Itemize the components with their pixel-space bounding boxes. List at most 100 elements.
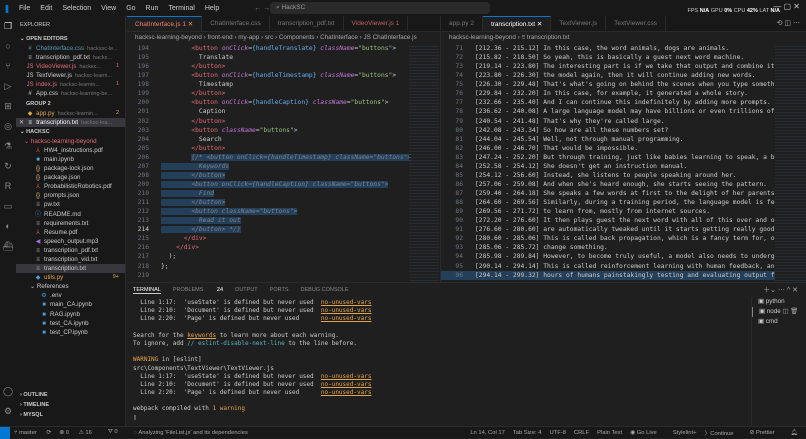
go-live-button[interactable]: ◉ Go Live xyxy=(630,430,665,436)
mysql-section[interactable]: › MYSQL xyxy=(16,410,125,420)
r-icon[interactable]: R xyxy=(0,176,16,196)
account-icon[interactable]: ◯ xyxy=(0,381,16,401)
file-tree-item[interactable]: ⅄Resume.pdf xyxy=(16,228,125,237)
menu-view[interactable]: View xyxy=(96,5,121,12)
cursor-position[interactable]: Ln 14, Col 17 xyxy=(470,430,504,436)
terminal-output[interactable]: Line 1:17: 'useState' is defined but nev… xyxy=(127,297,806,422)
language-mode[interactable]: Plain Text xyxy=(597,430,622,436)
editor-tab[interactable]: app.py 2 xyxy=(441,16,483,31)
tab-output[interactable]: OUTPUT xyxy=(235,287,258,293)
prettier-button[interactable]: ⊘ Prettier xyxy=(749,430,782,436)
notifications-bell-icon[interactable]: 🔔︎ xyxy=(791,430,798,436)
text-editor-transcription[interactable]: 71[212.36 - 215.12] In this case, the wo… xyxy=(441,44,775,280)
editor-tab[interactable]: TextViewer.js xyxy=(551,16,606,31)
outline-section[interactable]: › OUTLINE xyxy=(16,390,125,400)
open-editors-header[interactable]: ⌄ OPEN EDITORS xyxy=(16,34,125,44)
terminal-actions[interactable]: ＋⌄ ⋯ ^ ✕ xyxy=(763,285,798,295)
search-icon[interactable]: ○ xyxy=(0,36,16,56)
tab-ports[interactable]: PORTS xyxy=(270,287,289,293)
back-arrow-icon[interactable]: ← → xyxy=(254,5,270,12)
split-trash-icons[interactable]: ◫ 🗑︎ xyxy=(782,308,798,315)
file-tree-item[interactable]: ■test_CA.ipynb xyxy=(16,319,125,328)
extensions-icon[interactable]: ⊞ xyxy=(0,96,16,116)
file-tree-item[interactable]: ⓘREADME.md xyxy=(16,210,125,219)
file-tree-item[interactable]: ■RAG.ipynb xyxy=(16,310,125,319)
run-debug-icon[interactable]: ▷ xyxy=(0,76,16,96)
open-editor-item[interactable]: #ChatInterface.csshackssc-le... xyxy=(16,44,125,53)
open-editor-item[interactable]: #App.csshacksc-learning-be... xyxy=(16,89,125,98)
tab-size[interactable]: Tab Size: 4 xyxy=(513,430,542,436)
folder-references[interactable]: ⌄ References xyxy=(16,282,125,291)
file-tree-item[interactable]: ■main_CA.ipynb xyxy=(16,300,125,309)
editor-tab[interactable]: transcription_pdf.txt xyxy=(270,16,344,31)
testing-icon[interactable]: ⚗ xyxy=(0,136,16,156)
menu-run[interactable]: Run xyxy=(141,5,164,12)
open-editor-item[interactable]: JSTextViewer.jshacksc-learni... xyxy=(16,71,125,80)
terminal-instance-node[interactable]: ▣ node ◫ 🗑︎ xyxy=(752,307,806,317)
minimap[interactable] xyxy=(409,44,439,294)
file-tree-item[interactable]: ◆utils.py9+ xyxy=(16,273,125,282)
menu-selection[interactable]: Selection xyxy=(57,5,96,12)
open-editor-item[interactable]: ≡transcription_pdf.txthacks... xyxy=(16,53,125,62)
branch-indicator[interactable]: ⑂ master ⟳ xyxy=(14,430,51,436)
open-editor-item[interactable]: ✕≡transcription.txthacksc-lea... xyxy=(16,118,125,127)
file-tree-item[interactable]: ⅄HW4_instructions.pdf xyxy=(16,146,125,155)
file-tree-item[interactable]: ≡transcription.txt xyxy=(16,264,125,273)
explorer-icon[interactable]: ❐ xyxy=(0,16,16,36)
tab-terminal[interactable]: TERMINAL xyxy=(133,287,161,294)
menu-help[interactable]: Help xyxy=(200,5,224,12)
tab-debug-console[interactable]: DEBUG CONSOLE xyxy=(301,287,349,293)
file-tree-item[interactable]: ≡requirements.txt xyxy=(16,219,125,228)
ports-indicator[interactable]: ⛛ 0 xyxy=(108,429,126,436)
window-controls[interactable]: — ▢ ✕ xyxy=(773,2,800,11)
folder-hacksc-learning-beyond[interactable]: ⌄ hacksc-learning-beyond xyxy=(16,137,125,146)
editor-tab[interactable]: VideoViewer.js 1 xyxy=(344,16,409,31)
file-tree-item[interactable]: ≡transcription_vid.txt xyxy=(16,255,125,264)
minimap[interactable] xyxy=(775,44,806,294)
settings-gear-icon[interactable]: ⚙ xyxy=(0,401,16,421)
stylelint-status[interactable]: Stylelint+ xyxy=(673,430,697,436)
line-ending[interactable]: CRLF xyxy=(574,430,589,436)
close-icon[interactable]: ✕ xyxy=(19,119,24,126)
file-tree-item[interactable]: ⅄ProbabilisticRobotics.pdf xyxy=(16,182,125,191)
menu-edit[interactable]: Edit xyxy=(35,5,57,12)
file-tree-item[interactable]: {}package.json xyxy=(16,173,125,182)
menu-go[interactable]: Go xyxy=(121,5,140,12)
menu-file[interactable]: File xyxy=(14,5,35,12)
open-editor-item[interactable]: JSindex.jshacksc-learnin...1 xyxy=(16,80,125,89)
editor-actions[interactable]: ⟲ ◫ ⋯ xyxy=(777,19,800,27)
open-editor-item[interactable]: ◆app.pyhacksc-learnin...2 xyxy=(16,109,125,118)
file-tree-item[interactable]: ≡pw.txt xyxy=(16,200,125,209)
code-editor-chatinterface[interactable]: 194 <button onClick={handleTranslate} cl… xyxy=(127,44,440,280)
account-icon[interactable]: ◎ xyxy=(0,116,16,136)
file-tree-item[interactable]: {}package-lock.json xyxy=(16,164,125,173)
file-tree-item[interactable]: ■main.ipynb xyxy=(16,155,125,164)
problems-indicator[interactable]: ⊗ 0 ⚠ 16 xyxy=(59,430,100,436)
folder-icon[interactable]: ▭ xyxy=(0,196,16,216)
terminal-instance-cmd[interactable]: ▣ cmd xyxy=(752,317,806,327)
database-icon[interactable]: ◐ xyxy=(0,216,16,236)
docker-icon[interactable]: ⛴ xyxy=(0,236,16,256)
editor-tab[interactable]: TextViewer.css xyxy=(606,16,666,31)
terminal-instance-python[interactable]: ▣ python xyxy=(752,297,806,307)
workspace-header[interactable]: ⌄ HACKSC xyxy=(16,127,125,137)
open-editor-item[interactable]: JSVideoViewer.jshacksc...1 xyxy=(16,62,125,71)
encoding[interactable]: UTF-8 xyxy=(550,430,566,436)
command-center-search[interactable]: ⌕ HackSC xyxy=(270,2,490,14)
tab-problems[interactable]: PROBLEMS 24 xyxy=(173,287,223,293)
file-tree-item[interactable]: {}prompts.json xyxy=(16,191,125,200)
source-control-icon[interactable]: ⑂ xyxy=(0,56,16,76)
editor-tab[interactable]: transcription.txt ✕ xyxy=(483,16,551,31)
breadcrumb[interactable]: hacksc-learning-beyond › ≡ transcription… xyxy=(441,32,806,44)
timeline-section[interactable]: › TIMELINE xyxy=(16,400,125,410)
file-tree-item[interactable]: ⚙.env xyxy=(16,291,125,300)
menu-terminal[interactable]: Terminal xyxy=(163,5,199,12)
editor-tab[interactable]: ChatInterface.css xyxy=(202,16,270,31)
continue-button[interactable]: 〉Continue xyxy=(704,428,741,437)
close-icon[interactable]: ✕ xyxy=(188,21,193,28)
file-tree-item[interactable]: ≡transcription_pdf.txt xyxy=(16,246,125,255)
remote-icon[interactable]: ↻ xyxy=(0,156,16,176)
editor-tab[interactable]: ChatInterface.js 1 ✕ xyxy=(127,16,202,31)
file-tree-item[interactable]: ■test_CP.ipynb xyxy=(16,328,125,337)
remote-indicator[interactable] xyxy=(0,427,10,439)
